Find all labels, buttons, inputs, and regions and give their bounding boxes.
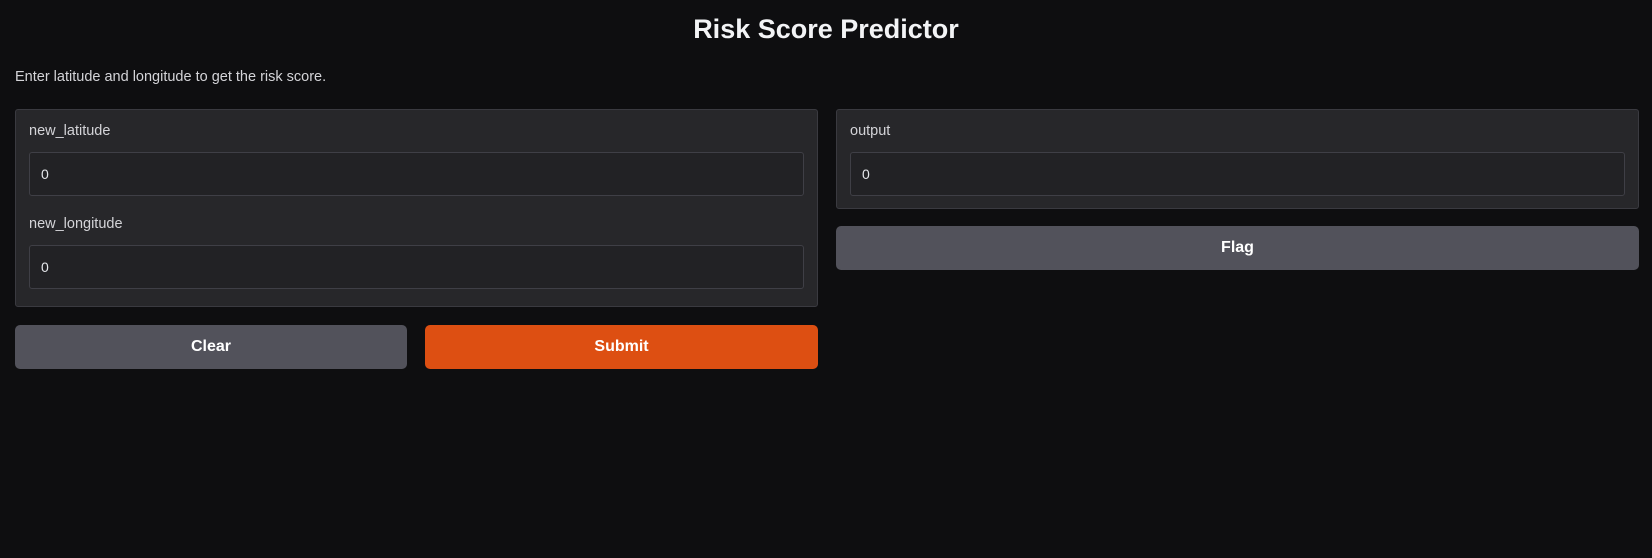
longitude-input[interactable]: [29, 245, 804, 289]
latitude-label: new_latitude: [29, 123, 111, 139]
page-title: Risk Score Predictor: [693, 14, 959, 44]
longitude-label: new_longitude: [29, 216, 123, 232]
submit-button[interactable]: Submit: [425, 325, 818, 369]
latitude-input[interactable]: [29, 152, 804, 196]
output-field[interactable]: [850, 152, 1625, 196]
output-panel: output: [836, 109, 1639, 209]
flag-button[interactable]: Flag: [836, 226, 1639, 270]
output-label: output: [850, 123, 891, 139]
input-panel: new_latitude new_longitude: [15, 109, 818, 307]
clear-button[interactable]: Clear: [15, 325, 407, 369]
page-description: Enter latitude and longitude to get the …: [15, 69, 327, 85]
